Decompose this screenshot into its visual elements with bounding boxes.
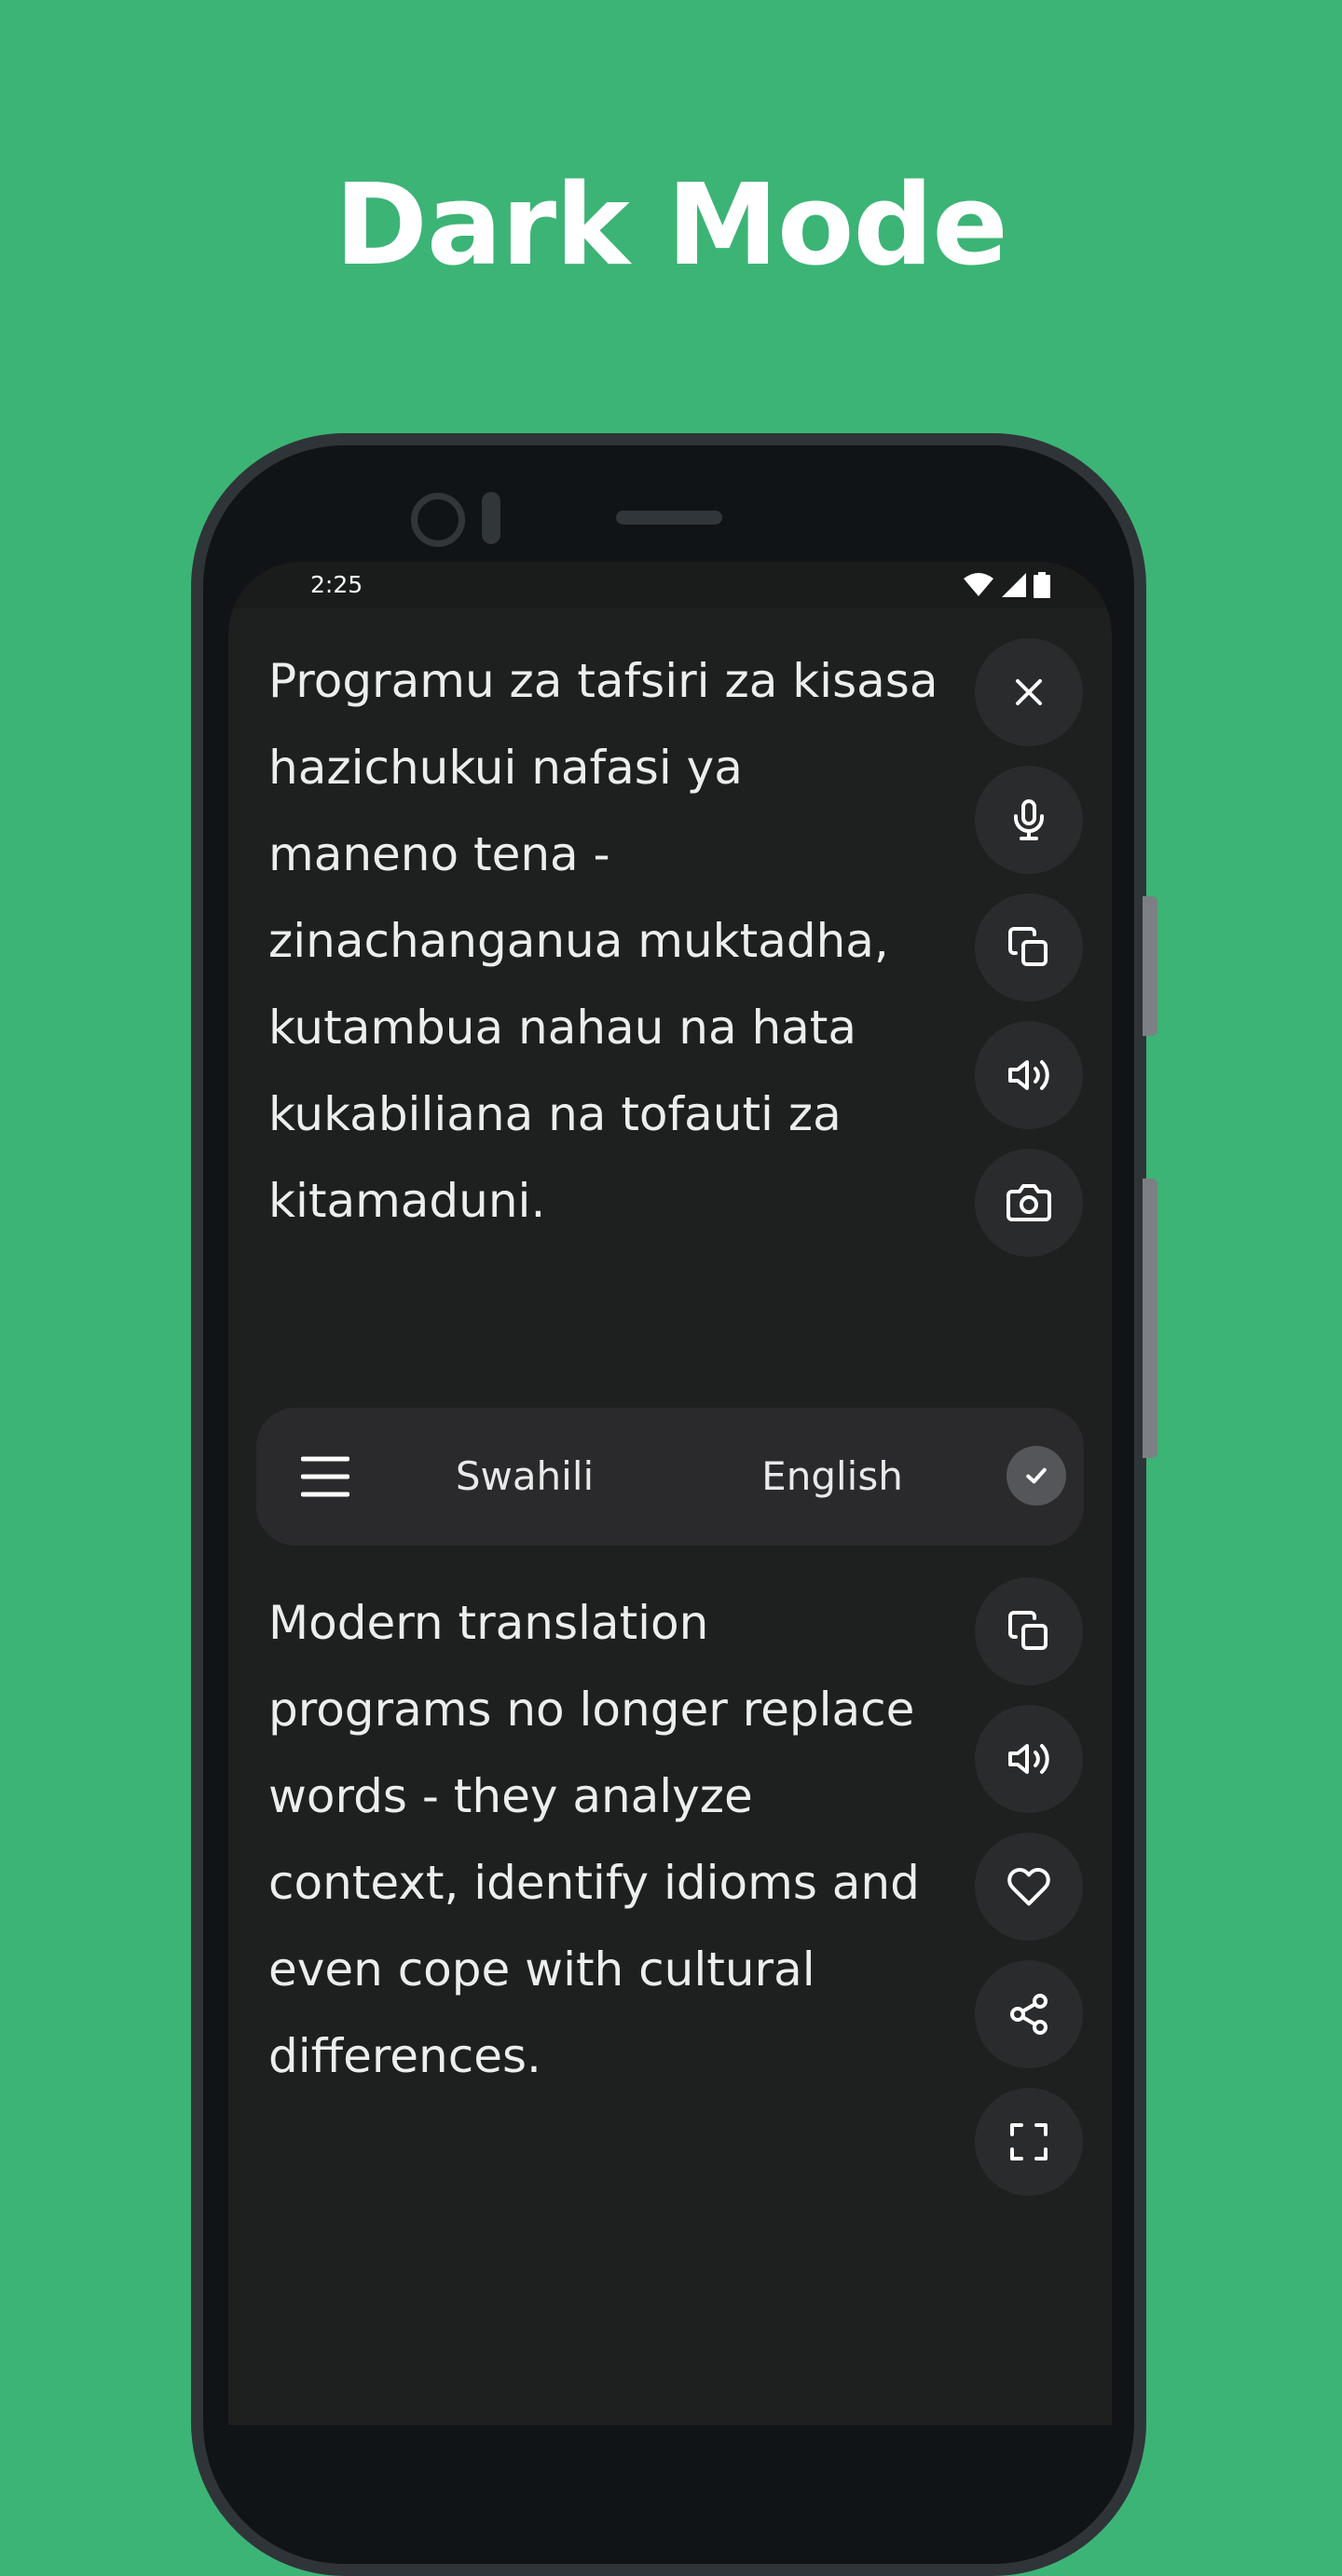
status-bar: 2:25	[228, 562, 1112, 608]
copy-icon	[1008, 927, 1048, 966]
translated-text[interactable]: Modern translation programs no longer re…	[268, 1580, 939, 2100]
status-icons	[956, 572, 1050, 602]
share-icon	[1010, 1994, 1048, 2035]
menu-icon	[301, 1456, 349, 1497]
microphone-icon	[1014, 799, 1044, 840]
favorite-button[interactable]	[975, 1833, 1083, 1941]
close-icon	[1016, 679, 1042, 705]
language-bar: Swahili English	[256, 1408, 1084, 1546]
target-language-selector[interactable]: English	[730, 1449, 935, 1505]
check-icon	[1026, 1467, 1047, 1484]
cellular-signal-icon	[1001, 572, 1027, 602]
headline: Dark Mode	[335, 161, 1008, 291]
proximity-sensor	[482, 492, 500, 544]
speak-translation-button[interactable]	[975, 1705, 1083, 1813]
earpiece-speaker	[616, 511, 722, 525]
fullscreen-button[interactable]	[975, 2088, 1083, 2196]
clear-button[interactable]	[975, 638, 1083, 746]
source-text[interactable]: Programu za tafsiri za kisasa hazichukui…	[268, 638, 939, 1245]
front-camera	[411, 493, 465, 547]
speak-source-button[interactable]	[975, 1021, 1083, 1129]
camera-icon	[1006, 1184, 1051, 1221]
wifi-icon	[963, 572, 994, 602]
copy-icon	[1008, 1611, 1048, 1650]
app-screen: 2:25 Programu za tafsiri za kisasa hazic…	[228, 562, 1112, 2425]
battery-icon	[1034, 572, 1050, 602]
camera-translate-button[interactable]	[975, 1149, 1083, 1257]
power-button	[1143, 1179, 1157, 1458]
copy-source-button[interactable]	[975, 893, 1083, 1002]
fullscreen-icon	[1010, 2123, 1048, 2160]
copy-translation-button[interactable]	[975, 1577, 1083, 1685]
voice-input-button[interactable]	[975, 766, 1083, 874]
speaker-icon	[1008, 1060, 1049, 1090]
menu-button[interactable]	[297, 1449, 353, 1505]
heart-icon	[1007, 1867, 1050, 1906]
status-time: 2:25	[310, 571, 363, 598]
share-button[interactable]	[975, 1960, 1083, 2068]
source-language-selector[interactable]: Swahili	[422, 1449, 627, 1505]
speaker-icon	[1008, 1744, 1049, 1774]
confirm-button[interactable]	[1006, 1446, 1066, 1506]
volume-button	[1143, 896, 1157, 1036]
